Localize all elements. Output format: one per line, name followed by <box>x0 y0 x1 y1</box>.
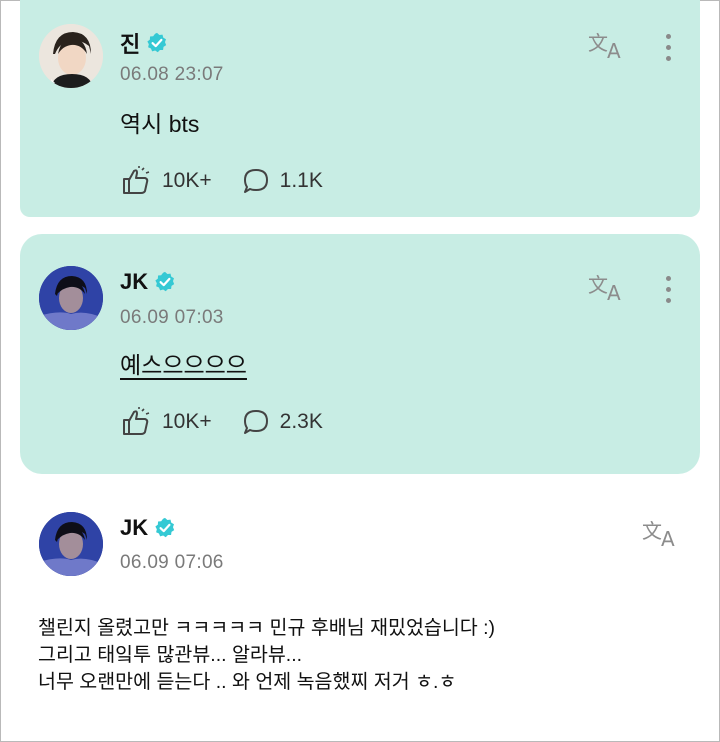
post-time: 06.08 23:07 <box>120 64 224 85</box>
translate-icon[interactable]: 文 A <box>588 270 628 304</box>
like-stat[interactable]: 10K+ <box>120 407 212 437</box>
post-time: 06.09 07:06 <box>120 552 224 573</box>
like-count: 10K+ <box>162 410 212 433</box>
comment-count: 1.1K <box>279 169 323 192</box>
author-name[interactable]: JK <box>120 515 176 541</box>
post-text: 예스으으으으 <box>120 352 247 378</box>
more-vertical-icon[interactable] <box>664 34 672 64</box>
post-stats: 10K+ 1.1K <box>120 166 353 196</box>
author-label: JK <box>120 515 149 540</box>
svg-text:A: A <box>607 281 621 304</box>
verified-check-icon <box>155 517 175 538</box>
post-text-line: 챌린지 올렸고만 ㅋㅋㅋㅋㅋ 민규 후배님 재밌었습니다 :) <box>38 617 496 639</box>
author-label: 진 <box>120 32 141 57</box>
post-stats: 10K+ 2.3K <box>120 407 353 437</box>
comment-stat[interactable]: 1.1K <box>242 167 323 195</box>
post-text-line: 너무 오랜만에 듣는다 .. 와 언제 녹음했찌 저거 ㅎ.ㅎ <box>38 671 457 693</box>
avatar[interactable] <box>39 24 103 88</box>
comment-stat[interactable]: 2.3K <box>242 408 323 436</box>
post-time: 06.09 07:03 <box>120 307 224 328</box>
author-name[interactable]: JK <box>120 269 176 295</box>
like-count: 10K+ <box>162 169 212 192</box>
avatar[interactable] <box>39 266 103 330</box>
like-hand-icon <box>123 166 150 194</box>
svg-text:文: 文 <box>588 31 608 55</box>
author-name[interactable]: 진 <box>120 27 168 59</box>
like-hand-icon <box>123 407 150 435</box>
comment-bubble-icon <box>243 169 268 193</box>
verified-check-icon <box>155 271 175 292</box>
svg-text:A: A <box>607 39 621 62</box>
avatar[interactable] <box>39 512 103 576</box>
post-text: 챌린지 올렸고만 ㅋㅋㅋㅋㅋ 민규 후배님 재밌었습니다 :) 그리고 태잌투 … <box>38 615 495 696</box>
more-vertical-icon[interactable] <box>664 276 672 306</box>
translate-icon[interactable]: 文 A <box>642 516 682 550</box>
like-stat[interactable]: 10K+ <box>120 166 212 196</box>
svg-text:A: A <box>661 527 675 550</box>
comment-bubble-icon <box>243 410 268 434</box>
verified-check-icon <box>147 32 167 53</box>
author-label: JK <box>120 269 149 294</box>
post-text: 역시 bts <box>120 111 200 137</box>
comment-count: 2.3K <box>279 410 323 433</box>
svg-text:文: 文 <box>642 519 662 543</box>
translate-icon[interactable]: 文 A <box>588 28 628 62</box>
svg-text:文: 文 <box>588 273 608 297</box>
post-text-line: 그리고 태잌투 많관뷰... 알라뷰... <box>38 644 303 666</box>
